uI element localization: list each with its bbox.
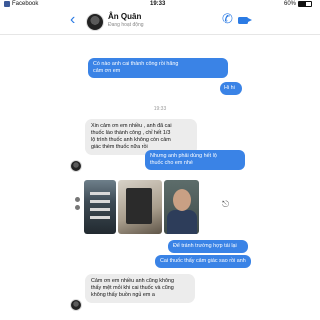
contact-avatar[interactable] <box>86 13 104 31</box>
message-line: Cai thuốc thấy cảm giác sao rồi anh <box>160 258 246 264</box>
share-icon[interactable]: ⎋ <box>222 199 232 209</box>
status-time: 19:33 <box>150 1 166 7</box>
image-attachment-group[interactable] <box>84 180 199 234</box>
message-line: lộ trình thuốc anh không còn cảm <box>91 137 171 143</box>
image-thumbnail[interactable] <box>118 180 162 234</box>
message-line: cảm ơn em <box>93 68 121 74</box>
message-line: thuốc cho em nhé <box>150 160 193 166</box>
message-bubble-in[interactable]: Cảm ơn em nhiều anh cũng không thấy mệt … <box>85 274 195 303</box>
sender-avatar[interactable] <box>70 160 82 172</box>
message-line: Hi hi <box>224 85 235 91</box>
battery-percent: 60% <box>283 1 296 7</box>
back-icon[interactable]: ‹ <box>70 11 75 29</box>
message-line: Cảm ơn em nhiều anh cũng không <box>91 278 174 284</box>
contact-name[interactable]: Ân Quân <box>108 12 141 21</box>
message-line: thuốc lào thành công , chỉ hết 1/3 <box>91 130 171 136</box>
chat-header: ‹ Ân Quân Đang hoạt động ✆ <box>0 9 320 35</box>
message-bubble-out[interactable]: Hi hi <box>220 82 242 95</box>
message-line: Để tránh trường hợp tái lại <box>173 243 237 249</box>
message-line: không thấy buồn ngủ em a <box>91 292 155 298</box>
battery-icon <box>298 1 312 7</box>
message-bubble-out[interactable]: Có nào anh cai thành công rồi hãng cảm ơ… <box>88 58 228 78</box>
timestamp: 19:33 <box>153 106 167 112</box>
carrier: Facebook <box>4 1 38 7</box>
battery-fill <box>299 2 307 6</box>
more-options-icon[interactable] <box>74 197 82 211</box>
facebook-icon <box>4 1 10 7</box>
video-call-icon[interactable] <box>238 17 252 24</box>
message-line: thấy mệt mỏi khi cai thuốc và cũng <box>91 285 174 291</box>
message-line: Xin cảm ơn em nhiều , anh đã cai <box>91 123 172 129</box>
message-bubble-out[interactable]: Để tránh trường hợp tái lại <box>168 240 248 253</box>
carrier-label: Facebook <box>12 1 39 7</box>
phone-call-icon[interactable]: ✆ <box>222 12 233 26</box>
sender-avatar[interactable] <box>70 299 82 311</box>
message-bubble-out[interactable]: Nhưng anh phải dùng hết lộ thuốc cho em … <box>145 150 245 170</box>
message-line: Nhưng anh phải dùng hết lộ <box>150 153 217 159</box>
image-thumbnail[interactable] <box>84 180 117 234</box>
image-thumbnail[interactable] <box>163 180 199 234</box>
battery: 60% <box>284 1 312 7</box>
status-bar: Facebook 19:33 60% <box>0 0 320 9</box>
message-line: Có nào anh cai thành công rồi hãng <box>93 61 179 67</box>
contact-status: Đang hoạt động <box>108 22 144 28</box>
message-bubble-out[interactable]: Cai thuốc thấy cảm giác sao rồi anh <box>155 255 251 268</box>
